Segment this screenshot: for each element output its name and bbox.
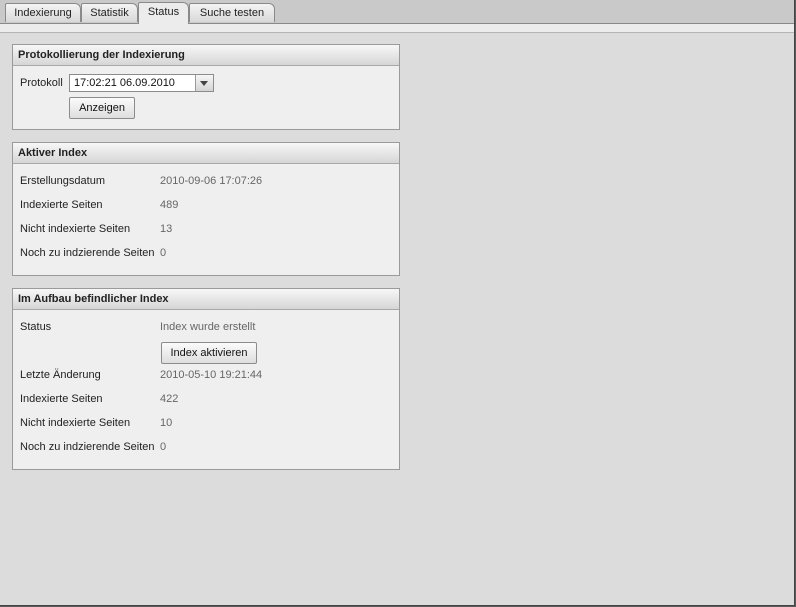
nicht-indexierte-seiten-value: 13 — [160, 223, 173, 235]
tab-bar: Indexierung Statistik Status Suche teste… — [0, 0, 794, 24]
aufbau-index-panel: Im Aufbau befindlicher Index Status Inde… — [12, 288, 400, 470]
noch-zu-indizierende-label: Noch zu indzierende Seiten — [20, 247, 155, 259]
aktiver-index-panel: Aktiver Index Erstellungsdatum 2010-09-0… — [12, 142, 400, 276]
tab-indexierung[interactable]: Indexierung — [5, 3, 81, 22]
chevron-down-icon[interactable] — [195, 75, 213, 91]
noch-zu-indizierende-value: 0 — [160, 247, 167, 259]
letzte-aenderung-value: 2010-05-10 19:21:44 — [160, 369, 263, 381]
tab-suche-testen[interactable]: Suche testen — [189, 3, 275, 22]
panel-title: Im Aufbau befindlicher Index — [13, 289, 399, 310]
index-aktivieren-button[interactable]: Index aktivieren — [161, 342, 257, 364]
content-top-strip — [0, 24, 794, 33]
protokoll-selected-value: 17:02:21 06.09.2010 — [74, 77, 175, 89]
indexierte-seiten-label: Indexierte Seiten — [20, 393, 103, 405]
indexierte-seiten-value: 422 — [160, 393, 179, 405]
erstellungsdatum-value: 2010-09-06 17:07:26 — [160, 175, 263, 187]
anzeigen-button[interactable]: Anzeigen — [69, 97, 135, 119]
indexierte-seiten-label: Indexierte Seiten — [20, 199, 103, 211]
protokoll-label: Protokoll — [20, 77, 63, 89]
app-window: Indexierung Statistik Status Suche teste… — [0, 0, 795, 606]
indexierte-seiten-value: 489 — [160, 199, 179, 211]
status-value: Index wurde erstellt — [160, 321, 256, 333]
tab-statistik[interactable]: Statistik — [81, 3, 138, 22]
nicht-indexierte-seiten-label: Nicht indexierte Seiten — [20, 417, 131, 429]
noch-zu-indizierende-value: 0 — [160, 441, 167, 453]
noch-zu-indizierende-label: Noch zu indzierende Seiten — [20, 441, 155, 453]
letzte-aenderung-label: Letzte Änderung — [20, 369, 101, 381]
nicht-indexierte-seiten-value: 10 — [160, 417, 173, 429]
nicht-indexierte-seiten-label: Nicht indexierte Seiten — [20, 223, 131, 235]
panel-title: Aktiver Index — [13, 143, 399, 164]
protokoll-select[interactable]: 17:02:21 06.09.2010 — [69, 74, 214, 92]
tab-status[interactable]: Status — [138, 2, 189, 24]
panel-title: Protokollierung der Indexierung — [13, 45, 399, 66]
protokoll-panel: Protokollierung der Indexierung Protokol… — [12, 44, 400, 130]
erstellungsdatum-label: Erstellungsdatum — [20, 175, 105, 187]
status-label: Status — [20, 321, 52, 333]
